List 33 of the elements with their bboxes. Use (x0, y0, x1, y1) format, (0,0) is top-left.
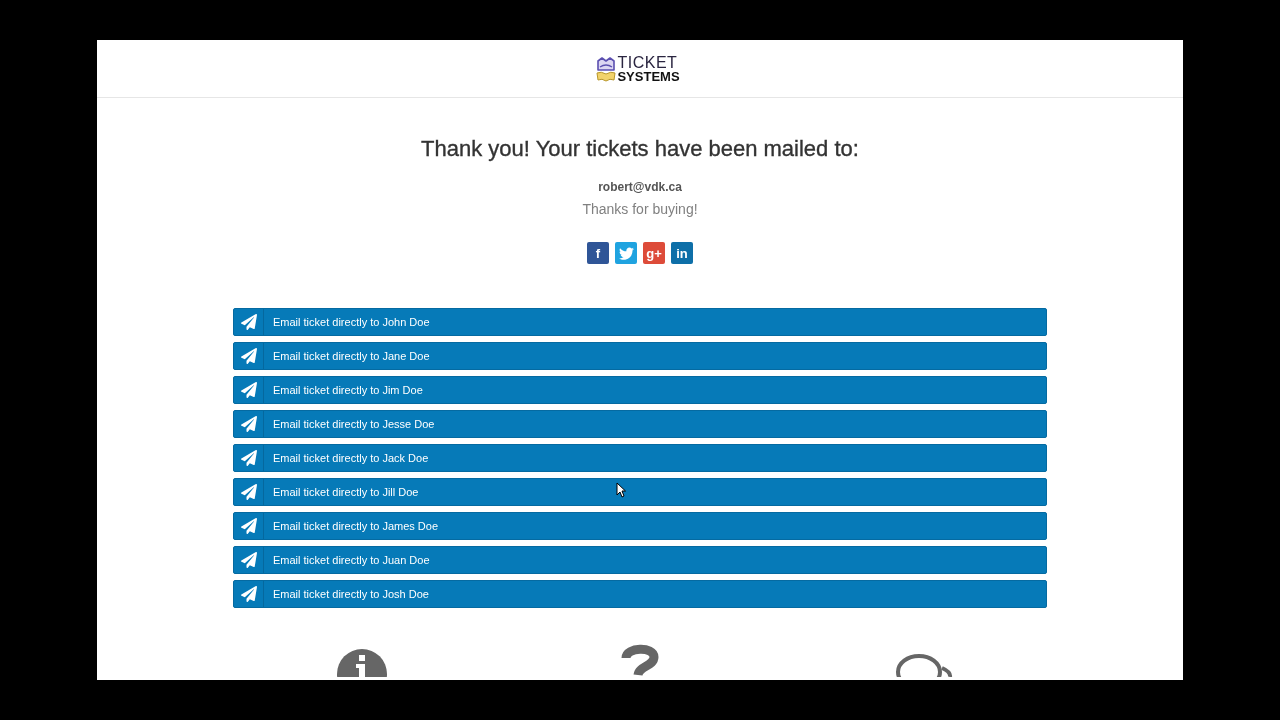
paper-plane-icon (240, 382, 257, 398)
email-button[interactable]: Email ticket directly to Juan Doe (233, 546, 1047, 574)
email-button[interactable]: Email ticket directly to Jane Doe (233, 342, 1047, 370)
share-button[interactable]: f (587, 242, 609, 264)
info-icon (336, 648, 388, 677)
bird-icon (618, 246, 634, 260)
paper-plane-icon (240, 552, 257, 568)
email-button[interactable]: Email ticket directly to Josh Doe (233, 580, 1047, 608)
confirmation-heading: Thank you! Your tickets have been mailed to: (421, 135, 859, 163)
share-button[interactable] (615, 242, 637, 264)
email-button[interactable]: Email ticket directly to Jim Doe (233, 376, 1047, 404)
thanks-message: Thanks for buying! (582, 200, 698, 218)
email-address: robert@vdk.ca (598, 179, 682, 195)
paper-plane-icon (240, 348, 257, 364)
paper-plane-icon (240, 484, 257, 500)
email-button[interactable]: Email ticket directly to James Doe (233, 512, 1047, 540)
email-button[interactable]: Email ticket directly to Jill Doe (233, 478, 1047, 506)
paper-plane-icon (240, 314, 257, 330)
logo-text: SYSTEMS (617, 70, 680, 83)
email-button[interactable]: Email ticket directly to Jesse Doe (233, 410, 1047, 438)
paper-plane-icon (240, 518, 257, 534)
share-button[interactable]: g+ (643, 242, 665, 264)
paper-plane-icon (240, 586, 257, 602)
paper-plane-icon (240, 416, 257, 432)
share-button[interactable]: in (671, 242, 693, 264)
logo-text: TICKET (617, 56, 679, 70)
question-icon (619, 644, 661, 677)
email-button[interactable]: Email ticket directly to John Doe (233, 308, 1047, 336)
chat-icon (895, 652, 953, 677)
email-button[interactable]: Email ticket directly to Jack Doe (233, 444, 1047, 472)
cursor-icon (616, 482, 626, 498)
logo-icon (596, 56, 617, 83)
paper-plane-icon (240, 450, 257, 466)
